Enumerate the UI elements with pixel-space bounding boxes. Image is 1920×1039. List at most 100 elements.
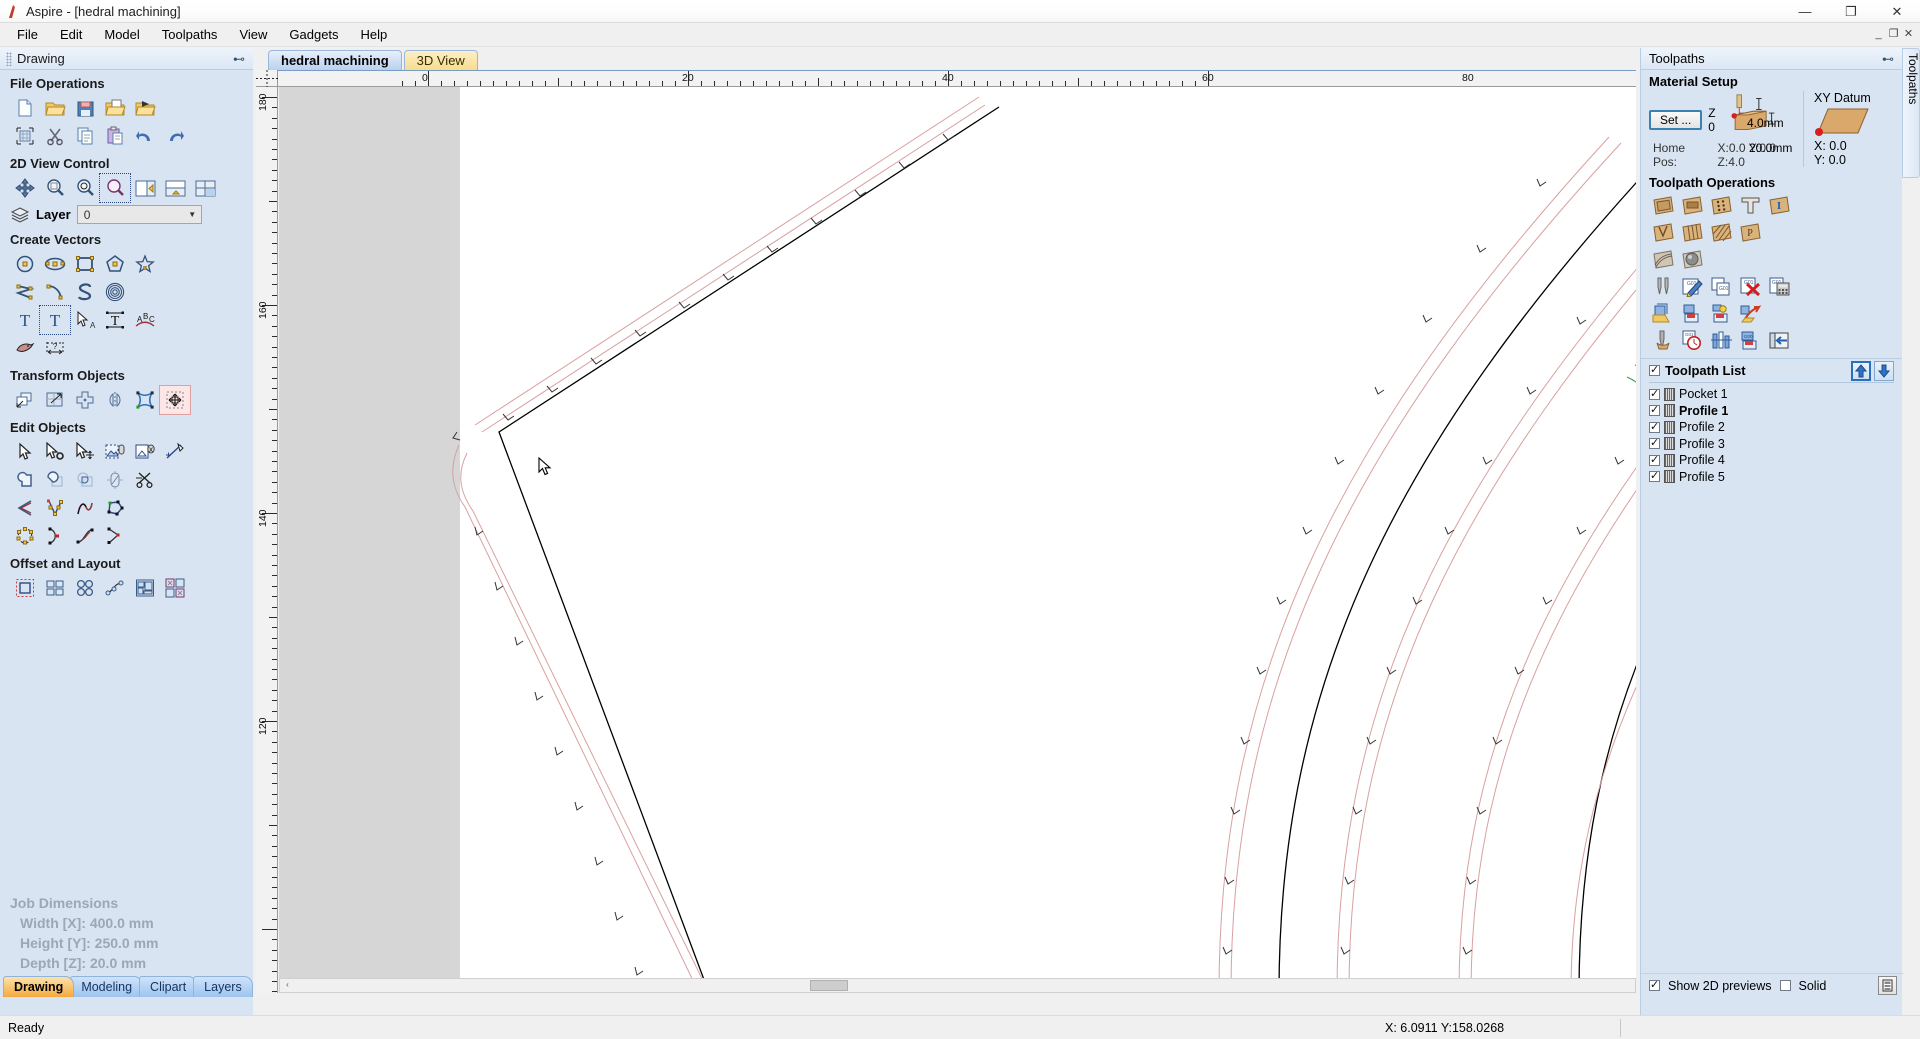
minimize-button[interactable]: — bbox=[1782, 0, 1828, 23]
spiral-icon[interactable] bbox=[100, 278, 130, 306]
texture-toolpath-icon[interactable] bbox=[1707, 219, 1736, 246]
select-tool-icon[interactable] bbox=[10, 438, 40, 466]
intersect-vectors-icon[interactable] bbox=[70, 466, 100, 494]
toolpath-visible-checkbox[interactable] bbox=[1649, 403, 1660, 417]
toolpath-list-item[interactable]: Profile 3 bbox=[1649, 436, 1894, 453]
tab-drawing[interactable]: Drawing bbox=[3, 976, 75, 997]
arrow-up-icon[interactable] bbox=[1851, 361, 1871, 381]
cut-icon[interactable] bbox=[40, 122, 70, 150]
xy-datum-diagram[interactable] bbox=[1814, 105, 1874, 139]
rough-machining-icon[interactable] bbox=[1649, 246, 1678, 273]
group-vectors-icon[interactable] bbox=[100, 438, 130, 466]
drilling-toolpath-icon[interactable] bbox=[1707, 192, 1736, 219]
join-open-vectors-icon[interactable] bbox=[10, 494, 40, 522]
ellipse-icon[interactable] bbox=[40, 250, 70, 278]
solid-view-icon[interactable] bbox=[1878, 976, 1897, 995]
horizontal-ruler[interactable]: 0 20 40 60 80 bbox=[278, 70, 1636, 87]
menu-view[interactable]: View bbox=[228, 24, 278, 45]
toolpath-preview-icon[interactable] bbox=[1707, 327, 1736, 354]
new-file-icon[interactable] bbox=[10, 94, 40, 122]
pan-view-icon[interactable] bbox=[10, 174, 40, 202]
measure-icon[interactable] bbox=[160, 438, 190, 466]
menu-help[interactable]: Help bbox=[350, 24, 399, 45]
curve-icon[interactable] bbox=[70, 278, 100, 306]
text-on-curve-icon[interactable]: T bbox=[100, 306, 130, 334]
toolpath-list-select-all-checkbox[interactable] bbox=[1649, 363, 1660, 376]
close-button[interactable]: ✕ bbox=[1874, 0, 1920, 23]
close-panel-icon[interactable] bbox=[1765, 327, 1794, 354]
duplicate-toolpath-icon[interactable]: G01 bbox=[1707, 273, 1736, 300]
undo-icon[interactable] bbox=[130, 122, 160, 150]
smooth-curve-icon[interactable] bbox=[70, 522, 100, 550]
arrow-down-icon[interactable] bbox=[1874, 361, 1894, 381]
save-file-icon[interactable] bbox=[70, 94, 100, 122]
align-objects-icon[interactable] bbox=[159, 385, 191, 415]
horizontal-scrollbar[interactable]: ‹ bbox=[279, 978, 1636, 993]
node-edit-icon[interactable] bbox=[40, 438, 70, 466]
open-file-icon[interactable] bbox=[40, 94, 70, 122]
scale-object-icon[interactable] bbox=[40, 386, 70, 414]
vertical-ruler[interactable]: 180 160 140 120 bbox=[256, 87, 278, 993]
estimate-time-icon[interactable]: G01 bbox=[1678, 327, 1707, 354]
import-vectors-icon[interactable] bbox=[130, 94, 160, 122]
copy-icon[interactable] bbox=[70, 122, 100, 150]
weld-vectors-icon[interactable] bbox=[10, 466, 40, 494]
job-setup-icon[interactable] bbox=[10, 122, 40, 150]
rectangle-icon[interactable] bbox=[70, 250, 100, 278]
move-nodes-icon[interactable] bbox=[70, 438, 100, 466]
move-object-icon[interactable] bbox=[10, 386, 40, 414]
merge-toolpaths-icon[interactable] bbox=[1736, 300, 1765, 327]
curve-fit-icon[interactable] bbox=[70, 494, 100, 522]
plate-layout-icon[interactable] bbox=[160, 574, 190, 602]
arc-icon[interactable] bbox=[40, 278, 70, 306]
scroll-left-arrow-icon[interactable]: ‹ bbox=[281, 980, 294, 991]
nesting-icon[interactable] bbox=[130, 574, 160, 602]
trace-bitmap-icon[interactable] bbox=[10, 334, 40, 362]
create-text-icon[interactable]: T bbox=[10, 306, 40, 334]
mdi-close-button[interactable]: ✕ bbox=[1901, 25, 1916, 43]
toolpaths-side-tab[interactable]: Toolpaths bbox=[1902, 48, 1920, 178]
toolpath-visible-checkbox[interactable] bbox=[1649, 420, 1660, 433]
tab-layers[interactable]: Layers bbox=[193, 976, 253, 997]
inlay-toolpath-icon[interactable]: I bbox=[1765, 192, 1794, 219]
toolpath-list-item[interactable]: Profile 4 bbox=[1649, 452, 1894, 469]
delete-toolpath-icon[interactable]: G01 bbox=[1736, 273, 1765, 300]
toggle-split-view-icon[interactable] bbox=[160, 174, 190, 202]
edit-text-icon[interactable]: T bbox=[39, 305, 71, 335]
mdi-restore-button[interactable]: ❐ bbox=[1886, 25, 1901, 43]
trim-vectors-icon[interactable] bbox=[130, 466, 160, 494]
block-copy-icon[interactable] bbox=[70, 574, 100, 602]
toolpath-template-icon[interactable] bbox=[1707, 300, 1736, 327]
ungroup-vectors-icon[interactable]: x bbox=[130, 438, 160, 466]
text-arc-icon[interactable]: ABC bbox=[130, 306, 160, 334]
set-material-button[interactable]: Set ... bbox=[1649, 110, 1703, 130]
menu-toolpaths[interactable]: Toolpaths bbox=[151, 24, 229, 45]
scrollbar-thumb[interactable] bbox=[810, 980, 848, 991]
menu-model[interactable]: Model bbox=[93, 24, 150, 45]
save-toolpath-icon[interactable] bbox=[1678, 300, 1707, 327]
distort-object-icon[interactable] bbox=[130, 386, 160, 414]
copy-along-curve-icon[interactable] bbox=[100, 574, 130, 602]
save-all-toolpaths-icon[interactable]: G00 bbox=[1736, 327, 1765, 354]
subtract-vectors-icon[interactable] bbox=[40, 466, 70, 494]
toolpath-visible-checkbox[interactable] bbox=[1649, 453, 1660, 466]
profile-toolpath-icon[interactable] bbox=[1649, 192, 1678, 219]
zoom-window-icon[interactable] bbox=[40, 174, 70, 202]
toolpath-list-item[interactable]: Profile 5 bbox=[1649, 469, 1894, 486]
finish-machining-icon[interactable] bbox=[1678, 246, 1707, 273]
zoom-selection-icon[interactable] bbox=[70, 174, 100, 202]
tab-clipart[interactable]: Clipart bbox=[139, 976, 198, 997]
fillet-icon[interactable] bbox=[100, 466, 130, 494]
fluting-toolpath-icon[interactable] bbox=[1649, 219, 1678, 246]
mirror-object-icon[interactable] bbox=[100, 386, 130, 414]
show-2d-previews-checkbox[interactable] bbox=[1649, 978, 1660, 991]
toolpath-list-item[interactable]: Profile 1 bbox=[1649, 403, 1894, 420]
edit-toolpath-icon[interactable]: G01 bbox=[1678, 273, 1707, 300]
tab-hedral-machining[interactable]: hedral machining bbox=[268, 50, 402, 70]
pin-icon[interactable]: ⊷ bbox=[1882, 52, 1894, 66]
offset-corner-icon[interactable] bbox=[40, 522, 70, 550]
tab-modeling[interactable]: Modeling bbox=[70, 976, 144, 997]
toolpath-folder-icon[interactable] bbox=[1649, 300, 1678, 327]
tool-database-icon[interactable] bbox=[1649, 273, 1678, 300]
split-vector-icon[interactable] bbox=[100, 522, 130, 550]
